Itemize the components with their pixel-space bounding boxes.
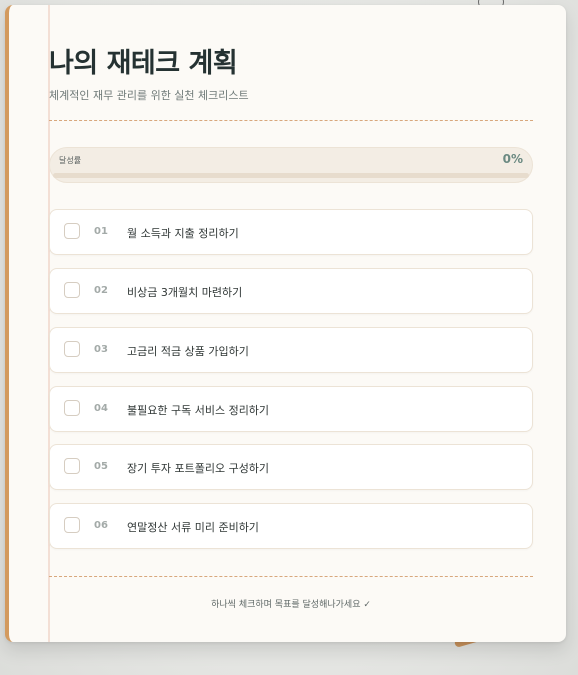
page-title: 나의 재테크 계획 bbox=[49, 48, 238, 79]
footer-divider bbox=[49, 576, 533, 577]
task-checkbox[interactable] bbox=[64, 400, 80, 416]
task-checkbox[interactable] bbox=[64, 223, 80, 239]
progress-panel: 달성률 0% bbox=[49, 147, 533, 183]
task-number: 01 bbox=[94, 226, 108, 237]
desk-background: 나의 재테크 계획 체계적인 재무 관리를 위한 실천 체크리스트 달성률 0%… bbox=[0, 0, 578, 675]
footer-message: 하나씩 체크하며 목표를 달성해나가세요 ✓ bbox=[211, 600, 371, 610]
task-checkbox[interactable] bbox=[64, 341, 80, 357]
task-number: 04 bbox=[94, 403, 108, 414]
task-item[interactable]: 01 월 소득과 지출 정리하기 bbox=[49, 209, 533, 255]
task-number: 02 bbox=[94, 285, 108, 296]
task-label: 월 소득과 지출 정리하기 bbox=[127, 227, 239, 240]
task-item[interactable]: 04 불필요한 구독 서비스 정리하기 bbox=[49, 386, 533, 432]
task-checkbox[interactable] bbox=[64, 517, 80, 533]
task-number: 05 bbox=[94, 461, 108, 472]
task-label: 연말정산 서류 미리 준비하기 bbox=[127, 521, 259, 534]
task-label: 고금리 적금 상품 가입하기 bbox=[127, 345, 249, 358]
task-label: 장기 투자 포트폴리오 구성하기 bbox=[127, 462, 270, 475]
progress-bar bbox=[53, 173, 529, 178]
task-checkbox[interactable] bbox=[64, 282, 80, 298]
progress-percentage: 0% bbox=[502, 152, 523, 166]
task-item[interactable]: 02 비상금 3개월치 마련하기 bbox=[49, 268, 533, 314]
task-label: 불필요한 구독 서비스 정리하기 bbox=[127, 404, 270, 417]
task-number: 03 bbox=[94, 344, 108, 355]
task-item[interactable]: 03 고금리 적금 상품 가입하기 bbox=[49, 327, 533, 373]
progress-label: 달성률 bbox=[59, 156, 82, 165]
header-divider bbox=[49, 120, 533, 121]
task-checkbox[interactable] bbox=[64, 458, 80, 474]
task-item[interactable]: 06 연말정산 서류 미리 준비하기 bbox=[49, 503, 533, 549]
checklist-card: 나의 재테크 계획 체계적인 재무 관리를 위한 실천 체크리스트 달성률 0%… bbox=[5, 5, 566, 642]
task-item[interactable]: 05 장기 투자 포트폴리오 구성하기 bbox=[49, 444, 533, 490]
page-subtitle: 체계적인 재무 관리를 위한 실천 체크리스트 bbox=[49, 89, 249, 102]
task-label: 비상금 3개월치 마련하기 bbox=[127, 286, 243, 299]
task-number: 06 bbox=[94, 520, 108, 531]
